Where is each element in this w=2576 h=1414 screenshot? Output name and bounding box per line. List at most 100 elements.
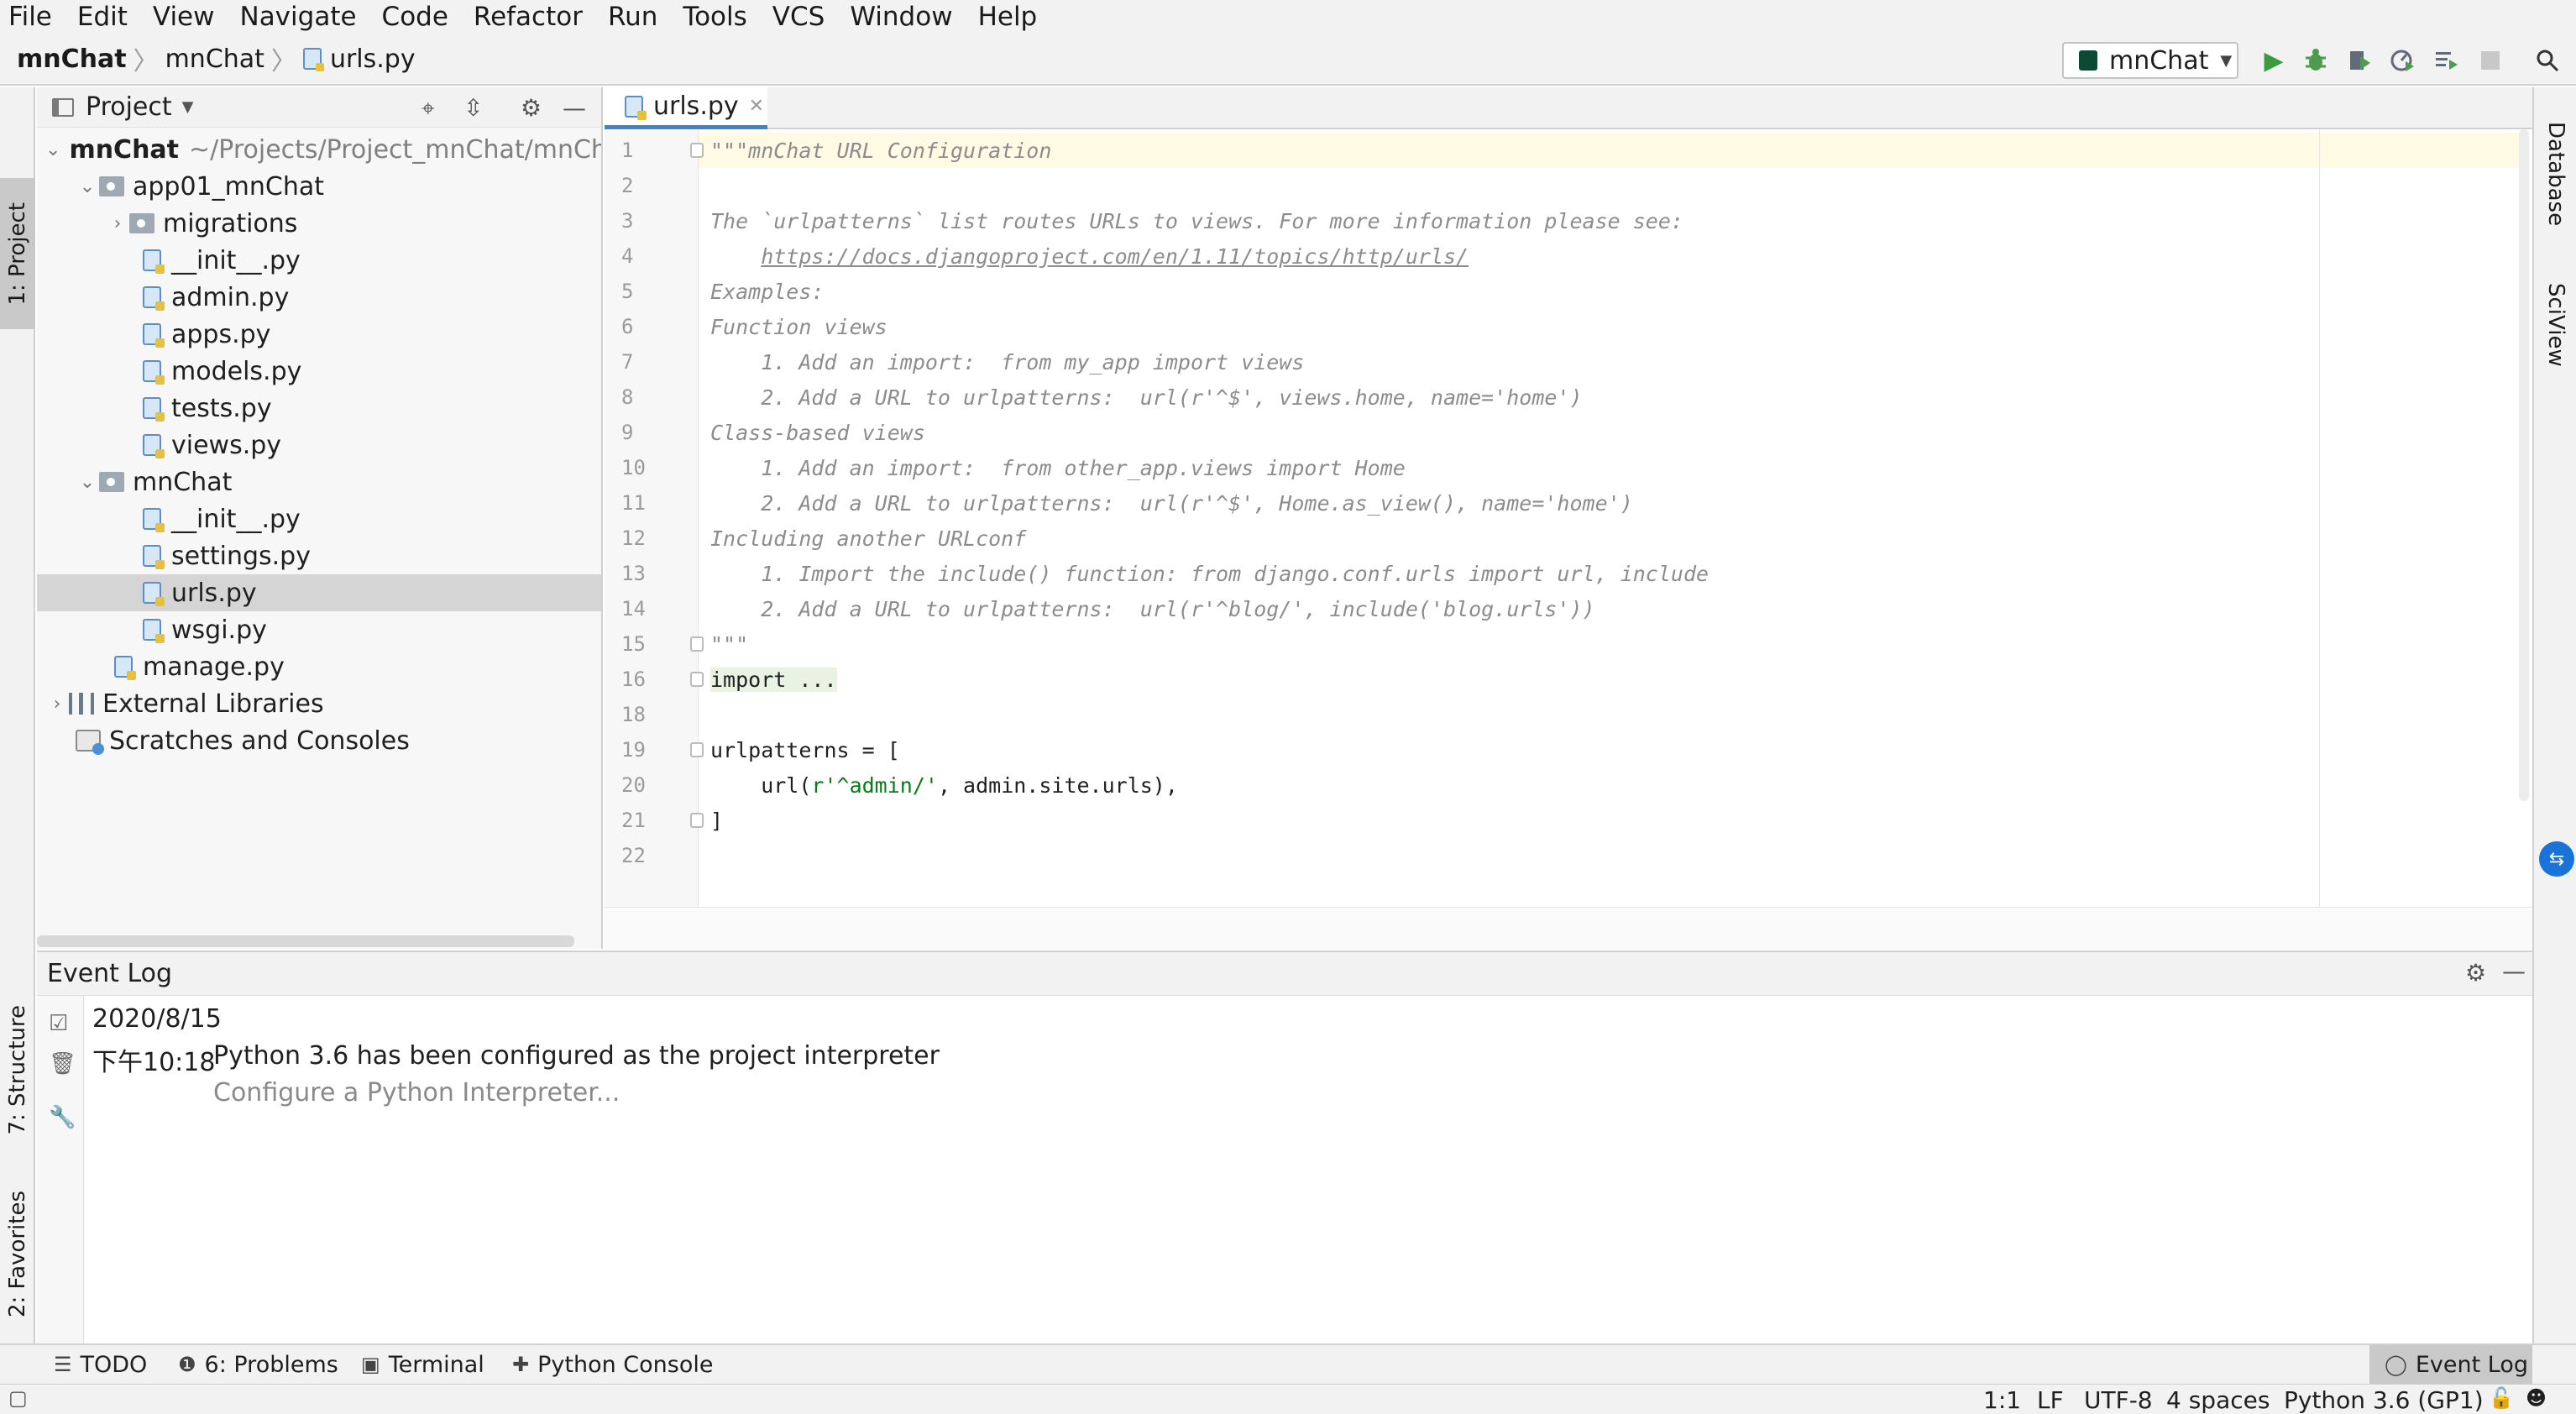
tool-tab-event-log[interactable]: ◯ Event Log: [2369, 1345, 2532, 1384]
menu-code[interactable]: Code: [382, 2, 448, 32]
tool-tab-python-console[interactable]: ✚ Python Console: [512, 1345, 713, 1384]
chevron-down-icon[interactable]: ⌄: [76, 472, 99, 493]
vertical-scrollbar[interactable]: [2519, 129, 2529, 801]
code-line[interactable]: 15 """: [605, 626, 748, 662]
tree-item[interactable]: manage.py: [37, 648, 601, 685]
menu-refactor[interactable]: Refactor: [474, 2, 583, 32]
menu-view[interactable]: View: [153, 2, 215, 32]
breadcrumb-project[interactable]: mnChat: [17, 45, 127, 74]
coverage-icon[interactable]: [2343, 44, 2376, 77]
menu-file[interactable]: File: [8, 2, 52, 32]
code-line[interactable]: 3 The `urlpatterns` list routes URLs to v…: [605, 203, 1683, 238]
code-editor[interactable]: 1 """mnChat URL Configuration 2 3 The `url…: [605, 129, 2532, 949]
code-line[interactable]: 1 """mnChat URL Configuration: [605, 133, 1051, 168]
code-line[interactable]: 2: [605, 168, 653, 203]
fold-marker-icon[interactable]: [690, 143, 704, 158]
search-icon[interactable]: [2531, 44, 2564, 77]
line-separator[interactable]: LF: [2037, 1386, 2064, 1414]
folded-imports[interactable]: import ...: [710, 667, 837, 692]
indent-setting[interactable]: 4 spaces: [2166, 1386, 2270, 1414]
run-icon[interactable]: ▶: [2257, 44, 2291, 77]
code-line[interactable]: 14 2. Add a URL to urlpatterns: url(r'^b…: [605, 591, 1595, 626]
menu-vcs[interactable]: VCS: [772, 2, 825, 32]
file-encoding[interactable]: UTF-8: [2084, 1386, 2153, 1414]
close-icon[interactable]: ✕: [749, 96, 764, 117]
concurrency-icon[interactable]: [2430, 44, 2463, 77]
debug-icon[interactable]: [2299, 44, 2333, 77]
fold-marker-icon[interactable]: [690, 672, 704, 687]
chevron-right-icon[interactable]: ›: [106, 213, 129, 234]
code-line[interactable]: 16 import ...: [605, 662, 837, 697]
menu-help[interactable]: Help: [978, 2, 1038, 32]
menu-run[interactable]: Run: [608, 2, 657, 32]
tree-item[interactable]: views.py: [37, 427, 601, 463]
tool-tab-favorites[interactable]: 2: Favorites: [0, 1170, 35, 1338]
menu-edit[interactable]: Edit: [77, 2, 128, 32]
horizontal-scrollbar[interactable]: [37, 935, 574, 947]
caret-position[interactable]: 1:1: [1983, 1386, 2021, 1414]
docs-link[interactable]: https://docs.djangoproject.com/en/1.11/t…: [761, 244, 1469, 269]
tool-tab-sciview[interactable]: SciView: [2534, 262, 2576, 388]
editor-tab-urls[interactable]: urls.py ✕: [605, 87, 767, 129]
chevron-down-icon[interactable]: ⌄: [76, 176, 99, 197]
gear-icon[interactable]: ⚙: [521, 94, 542, 122]
python-interpreter[interactable]: Python 3.6 (GP1): [2284, 1386, 2484, 1414]
code-line[interactable]: 18: [605, 697, 653, 732]
configure-interpreter-link[interactable]: Configure a Python Interpreter...: [213, 1078, 620, 1108]
chevron-down-icon[interactable]: ▼: [182, 98, 194, 116]
hide-icon[interactable]: —: [2502, 957, 2526, 985]
tree-item[interactable]: apps.py: [37, 316, 601, 353]
code-line[interactable]: 13 1. Import the include() function: fro…: [605, 556, 1709, 591]
tree-item[interactable]: ⌄ app01_mnChat: [37, 168, 601, 205]
tree-item[interactable]: tests.py: [37, 390, 601, 427]
tree-item[interactable]: __init__.py: [37, 500, 601, 537]
fold-marker-icon[interactable]: [690, 813, 704, 828]
menu-navigate[interactable]: Navigate: [240, 2, 357, 32]
code-line[interactable]: 9 Class-based views: [605, 415, 925, 450]
breadcrumb-file[interactable]: urls.py: [330, 45, 416, 74]
menu-tools[interactable]: Tools: [683, 2, 746, 32]
tree-item[interactable]: admin.py: [37, 279, 601, 316]
tree-root[interactable]: ⌄ mnChat ~/Projects/Project_mnChat/mnCh: [37, 131, 601, 168]
code-line[interactable]: 10 1. Add an import: from other_app.view…: [605, 450, 1406, 485]
teamviewer-icon[interactable]: ⇆: [2539, 841, 2574, 877]
code-line[interactable]: 21]: [605, 803, 723, 838]
code-line[interactable]: 7 1. Add an import: from my_app import v…: [605, 344, 1304, 380]
trash-icon[interactable]: 🗑: [49, 1051, 76, 1076]
run-configuration-select[interactable]: mnChat ▼: [2062, 42, 2238, 79]
tool-tab-database[interactable]: Database: [2534, 102, 2576, 245]
tree-item[interactable]: Scratches and Consoles: [37, 722, 601, 759]
stop-icon[interactable]: [2474, 44, 2507, 77]
code-line[interactable]: 19 urlpatterns = [: [605, 732, 900, 767]
tool-tab-terminal[interactable]: ▣ Terminal: [361, 1345, 484, 1384]
tool-tab-structure[interactable]: 7: Structure: [0, 994, 35, 1145]
tree-item[interactable]: wsgi.py: [37, 611, 601, 648]
tool-tab-problems[interactable]: ❶ 6: Problems: [178, 1345, 338, 1384]
code-line[interactable]: 22: [605, 838, 653, 873]
tree-item-selected[interactable]: urls.py: [37, 574, 601, 611]
tree-item[interactable]: __init__.py: [37, 242, 601, 279]
lock-icon[interactable]: 🔓: [2489, 1386, 2514, 1410]
tree-item[interactable]: ⌄ mnChat: [37, 463, 601, 500]
breadcrumb-folder[interactable]: mnChat: [165, 45, 264, 74]
collapse-all-icon[interactable]: ⇳: [463, 94, 483, 122]
tree-item[interactable]: models.py: [37, 353, 601, 390]
code-line[interactable]: 20 url(r'^admin/', admin.site.urls),: [605, 767, 1178, 803]
tree-item[interactable]: › migrations: [37, 205, 601, 242]
tree-item[interactable]: › External Libraries: [37, 685, 601, 722]
inspector-icon[interactable]: ☻: [2526, 1386, 2547, 1410]
profile-icon[interactable]: [2386, 44, 2420, 77]
tool-tab-todo[interactable]: ☰ TODO: [54, 1345, 147, 1384]
project-panel-title[interactable]: Project: [86, 92, 172, 122]
mark-all-read-icon[interactable]: ☑: [49, 1011, 68, 1036]
code-line[interactable]: 5 Examples:: [605, 274, 824, 309]
toggle-panels-icon[interactable]: ▢: [8, 1386, 28, 1410]
code-line[interactable]: 4 https://docs.djangoproject.com/en/1.11…: [605, 238, 1469, 274]
chevron-right-icon[interactable]: ›: [45, 694, 69, 715]
hide-icon[interactable]: —: [563, 94, 586, 122]
gear-icon[interactable]: ⚙: [2465, 959, 2486, 987]
fold-marker-icon[interactable]: [690, 742, 704, 757]
code-line[interactable]: 8 2. Add a URL to urlpatterns: url(r'^$'…: [605, 380, 1583, 415]
locate-icon[interactable]: ⌖: [421, 94, 435, 123]
code-line[interactable]: 6 Function views: [605, 309, 887, 344]
